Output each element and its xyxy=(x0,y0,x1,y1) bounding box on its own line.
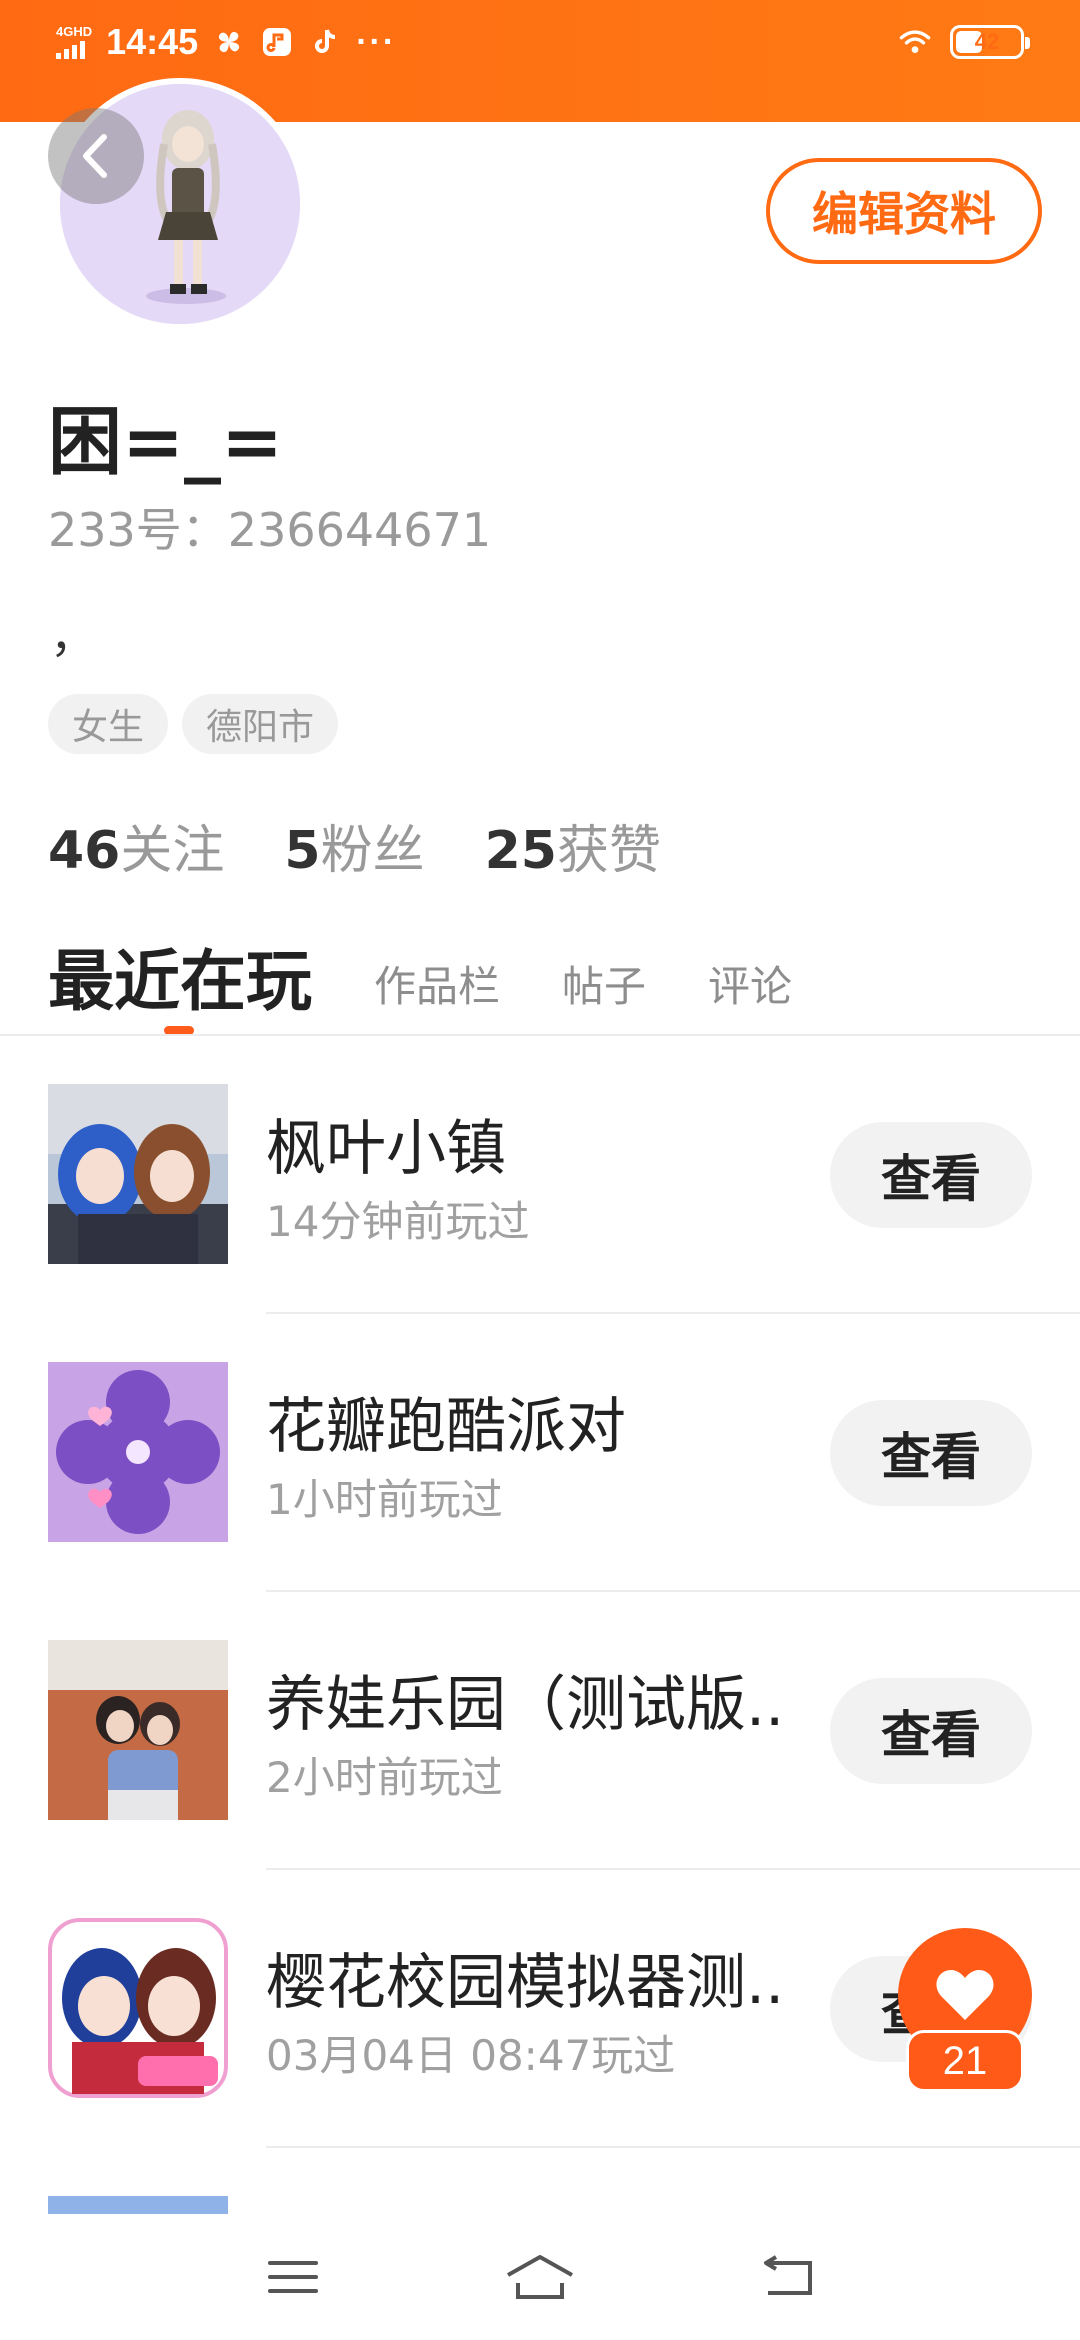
game-thumbnail xyxy=(48,1918,228,2098)
system-back-button[interactable] xyxy=(747,2247,827,2307)
battery-level: 42 xyxy=(974,29,1000,54)
menu-icon xyxy=(268,2261,319,2293)
last-played-time: 1小时前玩过 xyxy=(266,1475,503,1524)
last-played-time: 03月04日 08:47玩过 xyxy=(266,2031,676,2080)
back-button[interactable] xyxy=(48,108,144,204)
tab-works[interactable]: 作品栏 xyxy=(374,953,500,1024)
edit-profile-button[interactable]: 编辑资料 xyxy=(766,158,1042,264)
view-game-button[interactable]: 查看 xyxy=(830,1122,1032,1228)
tab-posts[interactable]: 帖子 xyxy=(562,953,646,1024)
music-app-icon xyxy=(260,25,294,59)
following-count: 46 xyxy=(48,821,121,881)
gender-tag: 女生 xyxy=(48,694,169,754)
tab-comments[interactable]: 评论 xyxy=(708,953,792,1024)
likes-label: 获赞 xyxy=(556,821,661,881)
network-type-label: 4GHD xyxy=(56,24,93,39)
battery-icon: 42 xyxy=(950,25,1030,59)
following-label: 关注 xyxy=(120,821,225,881)
game-thumbnail xyxy=(48,1362,228,1542)
list-item[interactable]: 枫叶小镇 14分钟前玩过 查看 xyxy=(0,1036,1080,1314)
profile-tags: 女生 德阳市 xyxy=(48,694,339,754)
profile-tabs: 最近在玩 作品栏 帖子 评论 xyxy=(48,928,792,1024)
profile-stats: 46关注 5粉丝 25获赞 xyxy=(48,808,661,883)
game-thumbnail xyxy=(48,1084,228,1264)
chevron-left-icon xyxy=(83,134,107,178)
list-item[interactable]: 花瓣跑酷派对 1小时前玩过 查看 xyxy=(0,1314,1080,1592)
tab-recently-played[interactable]: 最近在玩 xyxy=(48,928,312,1024)
status-bar: 4GHD 14:45 ··· 42 xyxy=(0,0,1080,84)
following-stat[interactable]: 46关注 xyxy=(48,808,224,883)
followers-count: 5 xyxy=(284,821,321,881)
like-count-badge: 21 xyxy=(906,2030,1024,2092)
list-item[interactable]: 养娃乐园（测试版... 2小时前玩过 查看 xyxy=(0,1592,1080,1870)
back-arrow-icon xyxy=(763,2255,812,2295)
menu-button[interactable] xyxy=(253,2247,333,2307)
more-notifications-icon: ··· xyxy=(356,22,397,61)
system-nav-bar xyxy=(0,2214,1080,2340)
game-title: 枫叶小镇 xyxy=(266,1114,506,1184)
view-game-button[interactable]: 查看 xyxy=(830,1678,1032,1784)
pinwheel-icon xyxy=(212,25,246,59)
item-divider xyxy=(266,2146,1080,2148)
signal-indicator: 4GHD xyxy=(56,25,92,59)
last-played-time: 2小时前玩过 xyxy=(266,1753,503,1802)
tiktok-icon xyxy=(308,25,342,59)
followers-stat[interactable]: 5粉丝 xyxy=(284,808,424,883)
bio-text: ， xyxy=(50,609,96,663)
location-tag: 德阳市 xyxy=(182,694,339,754)
last-played-time: 14分钟前玩过 xyxy=(266,1197,530,1246)
wifi-icon xyxy=(898,25,932,59)
home-icon xyxy=(507,2255,573,2299)
username: 困=_= xyxy=(48,399,284,485)
game-title: 养娃乐园（测试版... xyxy=(266,1670,786,1740)
game-title: 樱花校园模拟器测... xyxy=(266,1948,786,2018)
status-time: 14:45 xyxy=(106,21,199,62)
followers-label: 粉丝 xyxy=(320,821,425,881)
game-title: 花瓣跑酷派对 xyxy=(266,1392,626,1462)
likes-count: 25 xyxy=(484,821,557,881)
home-button[interactable] xyxy=(500,2247,580,2307)
game-thumbnail xyxy=(48,1640,228,1820)
view-game-button[interactable]: 查看 xyxy=(830,1400,1032,1506)
heart-icon xyxy=(936,1970,994,2020)
likes-stat[interactable]: 25获赞 xyxy=(485,808,661,883)
game-thumbnail-partial xyxy=(48,2196,228,2214)
signal-bars-icon xyxy=(56,41,85,59)
user-id: 233号：236644671 xyxy=(48,503,492,557)
